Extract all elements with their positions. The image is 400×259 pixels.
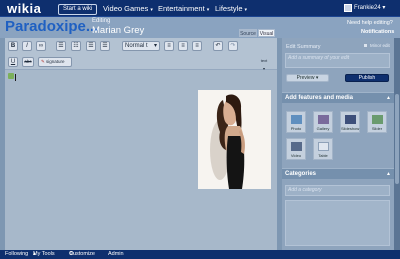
format-select[interactable]: Normal t ▾ <box>122 41 160 51</box>
chevron-down-icon: ▾ <box>315 75 319 81</box>
numbered-list-icon: ☷ <box>73 43 79 49</box>
woman-photo-icon <box>198 90 271 189</box>
minor-edit-label: Minor edit <box>370 43 390 48</box>
features-section-header[interactable]: Add features and media ▲ <box>282 92 394 103</box>
strikethrough-button[interactable]: abc <box>22 57 34 67</box>
add-slider-button[interactable]: Slider <box>367 111 387 133</box>
avatar[interactable] <box>344 4 352 12</box>
editing-label: Editing <box>92 18 111 24</box>
table-icon <box>318 142 329 151</box>
need-help-link[interactable]: Need help editing? <box>347 20 393 26</box>
nav-entertainment-label: Entertainment <box>158 4 205 13</box>
preview-button[interactable]: Preview ▾ <box>286 74 329 82</box>
video-label: Video <box>290 153 302 158</box>
collapse-icon: ▲ <box>386 95 391 101</box>
numbered-list-button[interactable]: ☷ <box>71 41 81 51</box>
add-video-button[interactable]: Video <box>286 138 306 160</box>
username: Frankie24 <box>354 5 381 11</box>
following-link[interactable]: Following <box>5 250 28 259</box>
video-icon <box>291 142 302 151</box>
sidebar-scrollbar[interactable] <box>394 38 400 250</box>
slideshow-icon <box>345 115 356 124</box>
tab-source[interactable]: Source <box>239 29 257 37</box>
slider-label: Slider <box>371 126 383 131</box>
chevron-down-icon: ▾ <box>382 5 386 11</box>
text-cursor <box>15 74 16 81</box>
add-photo-button[interactable]: Photo <box>286 111 306 133</box>
edit-summary-label: Edit Summary <box>286 44 321 50</box>
undo-button[interactable]: ↶ <box>213 41 223 51</box>
categories-section-title: Categories <box>285 171 317 177</box>
redo-icon: ↷ <box>230 43 236 49</box>
scrollbar-thumb[interactable] <box>395 94 399 184</box>
start-wiki-button[interactable]: Start a wiki <box>58 4 98 15</box>
outdent-icon: ☰ <box>88 43 94 49</box>
signature-label: signature <box>46 59 65 64</box>
align-center-icon: ≡ <box>181 43 185 49</box>
align-center-button[interactable]: ≡ <box>178 41 188 51</box>
page-title: Marian Grey <box>92 25 145 36</box>
category-input[interactable]: Add a category <box>285 185 390 196</box>
signature-button[interactable]: ✎ signature <box>38 57 72 67</box>
wikia-logo[interactable]: wikia <box>7 1 41 16</box>
more-text-label: text <box>260 58 268 63</box>
slideshow-label: Slideshow <box>341 126 360 131</box>
nav-lifestyle-label: Lifestyle <box>215 4 243 13</box>
slider-icon <box>372 115 383 124</box>
outdent-button[interactable]: ☰ <box>86 41 96 51</box>
gallery-label: Gallery <box>316 126 330 131</box>
align-left-icon: ≡ <box>167 43 171 49</box>
bullet-list-button[interactable]: ☰ <box>56 41 66 51</box>
embedded-image-handle-icon[interactable] <box>8 73 14 79</box>
admin-link[interactable]: Admin <box>108 250 124 259</box>
customize-label: Customize <box>69 251 95 257</box>
align-left-button[interactable]: ≡ <box>164 41 174 51</box>
redo-button[interactable]: ↷ <box>228 41 238 51</box>
categories-list <box>285 200 390 246</box>
article-image[interactable] <box>198 90 271 189</box>
categories-section-header[interactable]: Categories ▲ <box>282 168 394 179</box>
link-icon: ∞ <box>38 43 44 49</box>
gallery-icon <box>318 115 329 124</box>
nav-lifestyle[interactable]: Lifestyle ▾ <box>215 4 247 15</box>
add-gallery-button[interactable]: Gallery <box>313 111 333 133</box>
user-menu[interactable]: Frankie24 ▾ <box>354 4 385 11</box>
notifications-link[interactable]: Notifications <box>361 29 394 35</box>
publish-button[interactable]: Publish <box>345 74 389 82</box>
features-section-title: Add features and media <box>285 95 354 101</box>
footer-toolbar: Following ▴ My Tools ⚙ Customize Admin <box>0 250 400 259</box>
chevron-down-icon: ▾ <box>150 7 153 13</box>
undo-icon: ↶ <box>215 43 221 49</box>
edit-summary-input[interactable]: Add a summary of your edit <box>285 53 390 68</box>
align-right-button[interactable]: ≡ <box>192 41 202 51</box>
signature-icon: ✎ <box>41 59 45 64</box>
bold-button[interactable]: B <box>8 41 18 51</box>
chevron-down-icon: ▾ <box>206 7 210 13</box>
chevron-down-icon: ▾ <box>244 7 248 13</box>
table-label: Table <box>318 153 328 158</box>
photo-label: Photo <box>290 126 302 131</box>
bullet-list-icon: ☰ <box>58 43 64 49</box>
my-tools-label: My Tools <box>33 251 55 257</box>
add-slideshow-button[interactable]: Slideshow <box>340 111 360 133</box>
collapse-icon: ▲ <box>386 171 391 177</box>
format-select-value: Normal t <box>125 43 148 49</box>
wiki-name[interactable]: Paradoxipe... <box>5 18 98 35</box>
chevron-down-icon: ▾ <box>153 43 157 49</box>
more-text-button[interactable]: text ▾ <box>258 57 270 71</box>
link-button[interactable]: ∞ <box>36 41 46 51</box>
nav-video-games-label: Video Games <box>103 4 149 13</box>
align-right-icon: ≡ <box>195 43 199 49</box>
italic-button[interactable]: I <box>22 41 32 51</box>
preview-label: Preview <box>296 75 315 81</box>
minor-edit-checkbox[interactable] <box>363 43 368 48</box>
indent-icon: ☰ <box>102 43 108 49</box>
underline-button[interactable]: U <box>8 57 18 67</box>
nav-entertainment[interactable]: Entertainment ▾ <box>158 4 209 15</box>
nav-video-games[interactable]: Video Games ▾ <box>103 4 153 15</box>
add-table-button[interactable]: Table <box>313 138 333 160</box>
tab-visual[interactable]: Visual <box>258 29 275 37</box>
photo-icon <box>291 115 302 124</box>
indent-button[interactable]: ☰ <box>100 41 110 51</box>
